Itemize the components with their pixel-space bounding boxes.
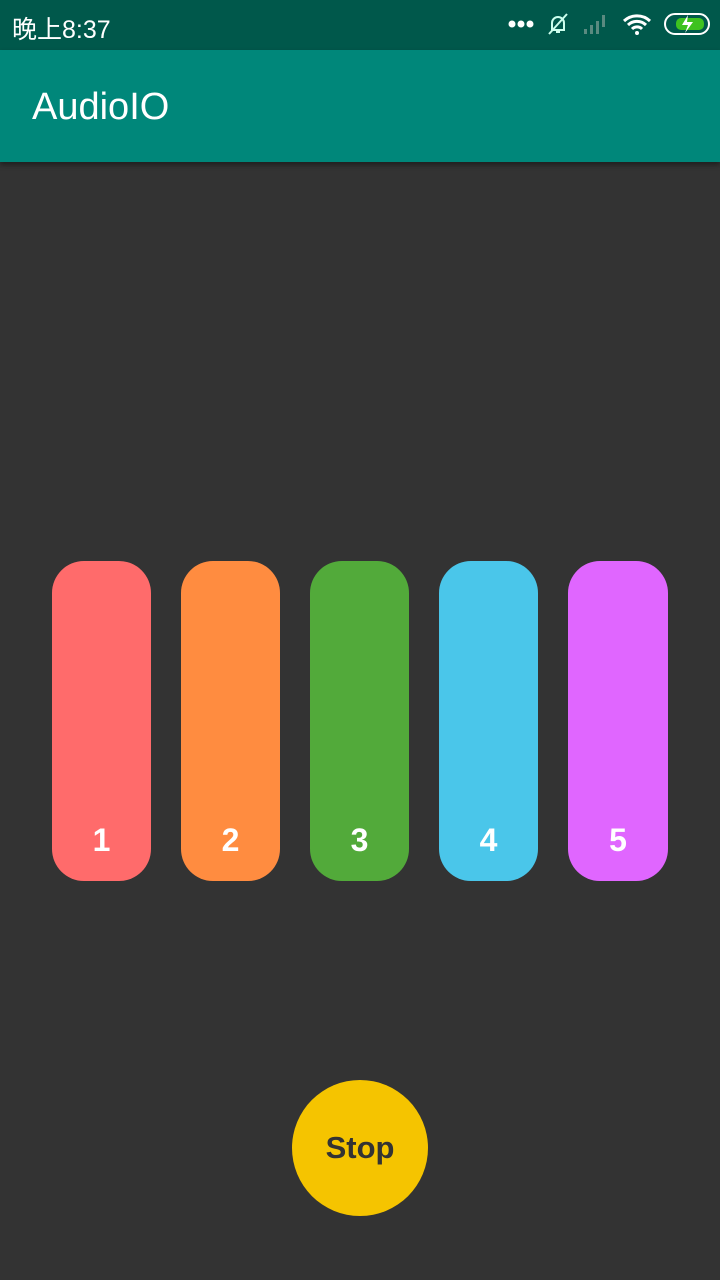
key-label: 5 [609, 822, 627, 858]
signal-icon [584, 15, 605, 34]
status-bar: 晚上8:37 [0, 0, 720, 50]
key-label: 4 [479, 822, 498, 858]
status-time: 晚上8:37 [12, 16, 111, 44]
key-3-button[interactable]: 3 [310, 561, 409, 881]
stop-button[interactable]: Stop [292, 1080, 428, 1216]
app-bar: AudioIO [0, 50, 720, 162]
battery-charging-icon [664, 13, 710, 35]
key-5-button[interactable]: 5 [568, 561, 668, 881]
key-label: 1 [92, 822, 111, 858]
key-label: 3 [350, 822, 369, 858]
more-dots-icon [508, 20, 534, 28]
notifications-off-icon [548, 13, 568, 35]
key-1-button[interactable]: 1 [52, 561, 151, 881]
key-label: 2 [221, 822, 240, 858]
wifi-icon [622, 14, 652, 35]
key-4-button[interactable]: 4 [439, 561, 538, 881]
key-2-button[interactable]: 2 [181, 561, 280, 881]
app-title: AudioIO [32, 86, 170, 128]
